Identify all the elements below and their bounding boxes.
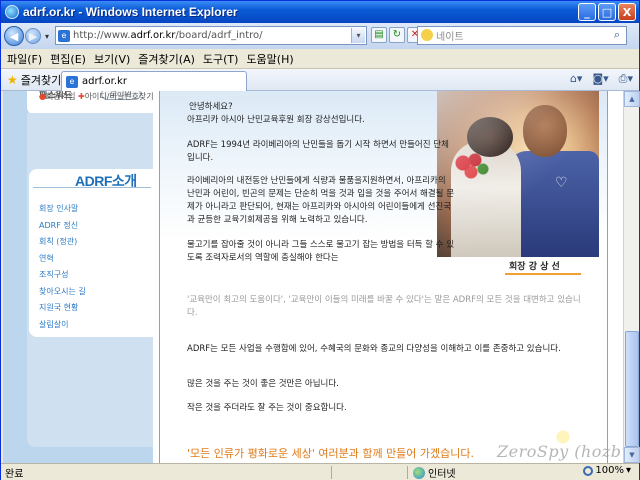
caption-underline <box>505 273 581 275</box>
compatibility-icon[interactable]: ▤ <box>371 27 387 43</box>
divider <box>33 187 151 188</box>
find-bullet-icon: ✚ <box>77 92 85 101</box>
close-button[interactable]: X <box>618 3 636 21</box>
find-account-link[interactable]: 아이디/비밀번호찾기 <box>85 92 154 101</box>
tabs-bar: ★ 즐겨찾기 e adrf.or.kr ⌂▾ ◙▾ ⎙▾ <box>1 69 639 91</box>
photo-caption: 회장 강 상 선 <box>509 259 560 272</box>
menu-help[interactable]: 도움말(H) <box>246 51 293 67</box>
tab-favicon-icon: e <box>66 75 78 88</box>
paragraph-4: ADRF는 모든 사업을 수행함에 있어, 수혜국의 문화와 종교의 다양성을 … <box>187 344 561 354</box>
submenu-bylaws[interactable]: 회칙 (정관) <box>39 234 86 251</box>
refresh-icon[interactable]: ↻ <box>389 27 405 43</box>
back-button[interactable]: ◀ <box>4 26 24 46</box>
watermark-text: ZeroSpy (hozbu.ne.kr) <box>497 442 623 461</box>
zoom-control[interactable]: 100% ▾ <box>583 465 631 476</box>
zoom-dropdown-icon[interactable]: ▾ <box>626 465 631 476</box>
heart-icon: ♡ <box>555 175 568 191</box>
menu-favorites[interactable]: 즐겨찾기(A) <box>138 51 195 67</box>
feeds-icon[interactable]: ◙▾ <box>592 72 608 86</box>
paragraph-5: 많은 것을 주는 것이 좋은 것만은 아닙니다. <box>187 379 339 389</box>
minimize-button[interactable]: _ <box>578 3 596 21</box>
scroll-thumb[interactable] <box>625 331 639 447</box>
star-icon: ★ <box>7 72 18 87</box>
search-input[interactable]: 네이트 ⌕ <box>417 26 627 45</box>
zoom-level: 100% <box>595 465 624 476</box>
zoom-icon <box>583 465 594 476</box>
address-bar[interactable]: e http://www.adrf.or.kr/board/adrf_intro… <box>55 26 367 45</box>
submenu-finances[interactable]: 살림살이 <box>39 317 86 334</box>
forward-button[interactable]: ▶ <box>25 28 41 44</box>
menu-edit[interactable]: 편집(E) <box>50 51 86 67</box>
paragraph-2: 라이베리아의 내전동안 난민들에게 식량과 물품을지원하면서, 아프리카의 난민… <box>187 176 455 225</box>
divider <box>607 91 608 463</box>
submenu-history[interactable]: 연혁 <box>39 251 86 268</box>
zone-label: 인터넷 <box>428 469 456 480</box>
about-title: ADRF소개 <box>75 173 137 189</box>
page-viewport[interactable]: 패스워드 로그인 ●회원가입 ✚아이디/비밀번호찾기 ADRF소개 회장 인사말… <box>3 91 623 463</box>
join-bullet-icon: ● <box>39 92 46 101</box>
navigation-bar: ◀ ▶ ▾ e http://www.adrf.or.kr/board/adrf… <box>1 23 639 49</box>
caption-name: 강 상 선 <box>528 262 560 272</box>
site-favicon-icon: e <box>58 29 70 42</box>
maximize-button[interactable]: □ <box>598 3 616 21</box>
title-bar[interactable]: adrf.or.kr - Windows Internet Explorer _… <box>1 1 639 23</box>
favorites-button[interactable]: ★ 즐겨찾기 <box>1 70 67 90</box>
favorites-label: 즐겨찾기 <box>20 73 62 87</box>
paragraph-6: 작은 것을 주더라도 잘 주는 것이 중요합니다. <box>187 403 347 413</box>
address-url[interactable]: http://www.adrf.or.kr/board/adrf_intro/ <box>73 30 263 41</box>
join-link[interactable]: 회원가입 <box>46 92 75 101</box>
print-icon[interactable]: ⎙▾ <box>619 72 633 86</box>
history-dropdown[interactable]: ▾ <box>42 32 52 41</box>
login-links: ●회원가입 ✚아이디/비밀번호찾기 <box>39 91 154 102</box>
president-photo <box>437 91 599 257</box>
scroll-up-icon[interactable]: ▲ <box>624 91 640 107</box>
intro: 아프리카 아시아 난민교육후원 회장 강상선입니다. <box>187 115 365 125</box>
search-provider-icon <box>421 29 433 41</box>
home-icon[interactable]: ⌂▾ <box>570 72 583 86</box>
status-bar: 완료 인터넷 100% ▾ <box>1 463 639 480</box>
ie-logo-icon <box>5 5 19 19</box>
quote-text: '교육만이 최고의 도움이다', '교육만이 이들의 미래를 바꿀 수 있다'는… <box>187 295 581 318</box>
window-title: adrf.or.kr - Windows Internet Explorer <box>23 5 238 19</box>
scroll-down-icon[interactable]: ▼ <box>624 447 640 463</box>
vertical-scrollbar[interactable]: ▲ ▼ <box>623 91 640 463</box>
menu-file[interactable]: 파일(F) <box>7 51 42 67</box>
divider <box>159 91 160 463</box>
security-zone[interactable]: 인터넷 <box>413 465 456 480</box>
search-placeholder: 네이트 <box>436 32 464 43</box>
menu-tools[interactable]: 도구(T) <box>203 51 239 67</box>
menu-bar: 파일(F) 편집(E) 보기(V) 즐겨찾기(A) 도구(T) 도움말(H) <box>1 49 639 69</box>
tab-label: adrf.or.kr <box>82 76 127 87</box>
greeting-text: 안녕하세요? 아프리카 아시아 난민교육후원 회장 강상선입니다. <box>187 101 455 127</box>
slogan-text: '모든 인류가 평화로운 세상' 여러분과 함께 만들어 가겠습니다. <box>187 447 475 460</box>
about-submenu: 회장 인사말 ADRF 정신 회칙 (정관) 연혁 조직구성 찾아오시는 길 지… <box>39 201 86 333</box>
internet-zone-icon <box>413 466 425 479</box>
submenu-spirit[interactable]: ADRF 정신 <box>39 218 86 235</box>
submenu-supported-countries[interactable]: 지원국 현황 <box>39 300 86 317</box>
menu-view[interactable]: 보기(V) <box>94 51 130 67</box>
search-icon[interactable]: ⌕ <box>609 28 625 43</box>
caption-role: 회장 <box>509 262 526 272</box>
tab-current[interactable]: e adrf.or.kr <box>61 71 247 91</box>
browser-window: adrf.or.kr - Windows Internet Explorer _… <box>0 0 640 480</box>
paragraph-3: 물고기를 잡아줄 것이 아니라 그들 스스로 물고기 잡는 방법을 터득 할 수… <box>187 240 455 263</box>
paragraph-1: ADRF는 1994년 라이베리아의 난민들을 돕기 시작 하면서 만들어진 단… <box>187 140 449 163</box>
submenu-organization[interactable]: 조직구성 <box>39 267 86 284</box>
main-content: ♡ 회장 강 상 선 안녕하세요? 아프리카 아시아 난민교육후원 회장 강상선… <box>159 91 623 463</box>
status-text: 완료 <box>5 468 24 480</box>
greeting: 안녕하세요? <box>189 102 233 112</box>
submenu-directions[interactable]: 찾아오시는 길 <box>39 284 86 301</box>
address-dropdown-icon[interactable]: ▾ <box>351 28 365 43</box>
submenu-greeting[interactable]: 회장 인사말 <box>39 201 86 218</box>
